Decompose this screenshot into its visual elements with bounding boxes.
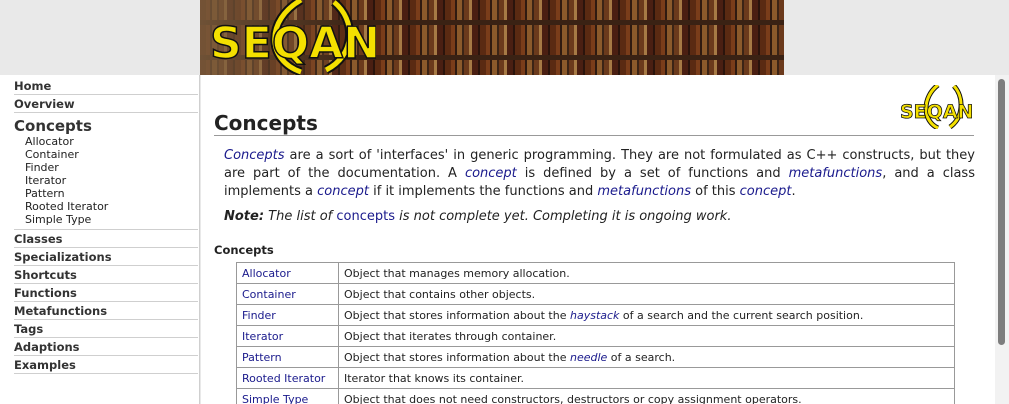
nav-item-classes[interactable]: Classes [14, 230, 198, 248]
seqan-small-logo: SEQAN [900, 85, 972, 129]
concept-link[interactable]: concept [740, 184, 792, 199]
metafunctions-link[interactable]: metafunctions [597, 184, 691, 199]
nav-item-overview[interactable]: Overview [14, 95, 198, 113]
concept-name-link[interactable]: Pattern [242, 351, 282, 364]
nav-item-adaptions[interactable]: Adaptions [14, 338, 198, 356]
table-cell-name: Pattern [236, 346, 339, 368]
nav-current-section: Concepts Allocator Container Finder Iter… [14, 113, 198, 230]
desc-text: Object that stores information about the [344, 350, 570, 364]
intro-paragraph: Concepts are a sort of 'interfaces' in g… [224, 147, 975, 201]
nav-subitem-rooted-iterator[interactable]: Rooted Iterator [25, 200, 198, 213]
nav-item-functions[interactable]: Functions [14, 284, 198, 302]
note-text: is not complete yet. Completing it is on… [395, 209, 732, 224]
intro-text: is defined by a set of functions and [516, 166, 789, 181]
table-row: Rooted Iterator Iterator that knows its … [236, 367, 955, 389]
concept-name-link[interactable]: Simple Type [242, 393, 308, 404]
header-banner: SEQAN [200, 0, 784, 75]
table-cell-name: Rooted Iterator [236, 367, 339, 389]
nav-subitem-finder[interactable]: Finder [25, 161, 198, 174]
nav-item-shortcuts[interactable]: Shortcuts [14, 266, 198, 284]
needle-link[interactable]: needle [570, 351, 607, 364]
table-cell-desc: Object that manages memory allocation. [338, 262, 955, 284]
nav-item-specializations[interactable]: Specializations [14, 248, 198, 266]
nav-subitem-container[interactable]: Container [25, 148, 198, 161]
page-title: Concepts [214, 111, 318, 135]
intro-text: . [791, 184, 796, 199]
nav-current-title[interactable]: Concepts [14, 117, 198, 135]
sidebar-nav: Home Overview Concepts Allocator Contain… [0, 75, 200, 404]
concept-name-link[interactable]: Finder [242, 309, 276, 322]
table-cell-desc: Object that stores information about the… [338, 304, 955, 326]
table-row: Iterator Object that iterates through co… [236, 325, 955, 347]
note-label: Note: [224, 209, 265, 224]
concept-name-link[interactable]: Allocator [242, 267, 291, 280]
concept-link[interactable]: concept [465, 166, 517, 181]
table-cell-name: Iterator [236, 325, 339, 347]
nav-subitem-allocator[interactable]: Allocator [25, 135, 198, 148]
nav-item-tags[interactable]: Tags [14, 320, 198, 338]
desc-text: Object that stores information about the [344, 308, 570, 322]
haystack-link[interactable]: haystack [570, 309, 619, 322]
table-cell-desc: Object that does not need constructors, … [338, 388, 955, 404]
note-paragraph: Note: The list of concepts is not comple… [224, 209, 731, 224]
nav-subitem-simple-type[interactable]: Simple Type [25, 213, 198, 226]
table-cell-desc: Object that stores information about the… [338, 346, 955, 368]
table-row: Allocator Object that manages memory all… [236, 262, 955, 284]
metafunctions-link[interactable]: metafunctions [789, 166, 883, 181]
nav-item-home[interactable]: Home [14, 75, 198, 95]
table-cell-desc: Iterator that knows its container. [338, 367, 955, 389]
section-heading: Concepts [214, 243, 274, 257]
nav-item-examples[interactable]: Examples [14, 356, 198, 374]
table-cell-desc: Object that iterates through container. [338, 325, 955, 347]
table-row: Container Object that contains other obj… [236, 283, 955, 305]
table-row: Pattern Object that stores information a… [236, 346, 955, 368]
nav-item-metafunctions[interactable]: Metafunctions [14, 302, 198, 320]
vertical-scrollbar[interactable] [995, 75, 1009, 404]
main-content: SEQAN Concepts Concepts are a sort of 'i… [201, 75, 995, 404]
concept-name-link[interactable]: Iterator [242, 330, 283, 343]
table-row: Simple Type Object that does not need co… [236, 388, 955, 404]
table-cell-desc: Object that contains other objects. [338, 283, 955, 305]
table-cell-name: Allocator [236, 262, 339, 284]
table-cell-name: Simple Type [236, 388, 339, 404]
concepts-link[interactable]: concepts [336, 209, 395, 224]
title-divider [214, 135, 974, 136]
concept-name-link[interactable]: Rooted Iterator [242, 372, 325, 385]
nav-subitem-iterator[interactable]: Iterator [25, 174, 198, 187]
note-text: The list of [264, 209, 337, 224]
scrollbar-thumb[interactable] [998, 79, 1005, 345]
table-cell-name: Container [236, 283, 339, 305]
desc-text: of a search. [607, 350, 676, 364]
table-cell-name: Finder [236, 304, 339, 326]
concept-name-link[interactable]: Container [242, 288, 296, 301]
svg-text:SEQAN: SEQAN [210, 18, 376, 69]
desc-text: of a search and the current search posit… [619, 308, 864, 322]
intro-text: if it implements the functions and [368, 184, 598, 199]
concepts-link[interactable]: Concepts [224, 148, 285, 163]
svg-text:SEQAN: SEQAN [900, 101, 972, 123]
seqan-logo[interactable]: SEQAN [206, 0, 376, 75]
table-row: Finder Object that stores information ab… [236, 304, 955, 326]
concepts-table: Allocator Object that manages memory all… [236, 262, 955, 404]
concept-link[interactable]: concept [317, 184, 369, 199]
intro-text: of this [691, 184, 740, 199]
nav-subitem-pattern[interactable]: Pattern [25, 187, 198, 200]
